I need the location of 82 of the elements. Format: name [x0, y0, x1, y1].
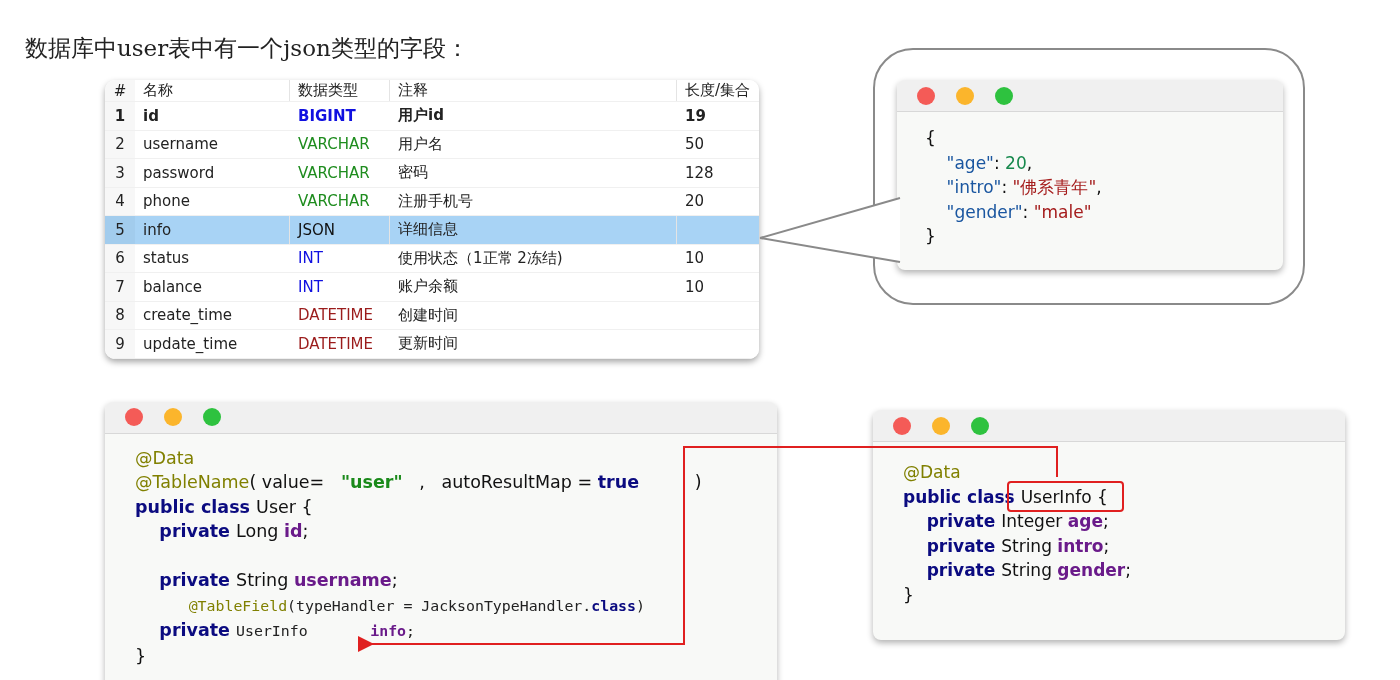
table-cell-text: 50: [684, 134, 706, 156]
table-cell-text: status: [142, 248, 191, 270]
code-line: private String intro;: [925, 534, 1110, 558]
table-cell: info: [135, 216, 290, 244]
table-cell-text: 账户余额: [397, 276, 459, 298]
table-cell: 7: [105, 273, 135, 301]
table-cell-text: password: [142, 162, 216, 184]
maximize-icon[interactable]: [971, 416, 989, 435]
column-header[interactable]: 注释: [390, 80, 677, 101]
table-cell-text: 用户名: [397, 133, 444, 155]
table-row[interactable]: 9 update_time DATETIME 更新时间: [105, 330, 759, 359]
table-cell-text: 密码: [397, 162, 429, 184]
table-row[interactable]: 3 password VARCHAR 密码 128: [105, 159, 759, 188]
table-cell-text: 20: [684, 191, 706, 213]
code-line: @TableName( value= "user" , autoResultMap = true ): [135, 471, 702, 494]
table-cell: 5: [105, 216, 135, 244]
maximize-icon[interactable]: [995, 86, 1013, 105]
table-row[interactable]: 2 username VARCHAR 用户名 50: [105, 130, 759, 159]
table-cell-text: 128: [684, 162, 715, 184]
code-line: {: [925, 127, 936, 150]
column-header[interactable]: 名称: [135, 80, 290, 101]
table-cell: 4: [105, 187, 135, 215]
table-cell-text: DATETIME: [297, 305, 375, 327]
table-cell-text: phone: [142, 191, 191, 213]
table-cell-text: DATETIME: [297, 333, 375, 355]
table-row[interactable]: 1 id BIGINT 用户id 19: [105, 102, 759, 131]
table-row[interactable]: 7 balance INT 账户余额 10: [105, 273, 759, 302]
table-cell: 8: [105, 301, 135, 329]
table-cell: JSON: [290, 216, 390, 244]
table-cell-text: 10: [684, 248, 706, 270]
code-line: "age": 20,: [945, 151, 1033, 175]
code-line: private UserInfo info;: [158, 619, 416, 642]
code-line: }: [903, 583, 914, 607]
table-cell-text: create_time: [142, 305, 233, 327]
code-line: }: [135, 644, 147, 668]
table-cell-text: 用户id: [397, 105, 445, 127]
table-cell: 3: [105, 159, 135, 187]
table-cell-text: 19: [684, 105, 707, 127]
code-line: "intro": "佛系青年",: [945, 176, 1102, 199]
table-cell-text: VARCHAR: [297, 162, 371, 184]
table-cell: 9: [105, 330, 135, 358]
code-line: @Data: [903, 461, 961, 484]
minimize-icon[interactable]: [932, 416, 950, 435]
table-cell: 6: [105, 244, 135, 272]
table-cell-text: balance: [142, 276, 204, 298]
code-line: private String gender;: [925, 559, 1131, 582]
slide-title: 数据库中user表中有一个json类型的字段：: [25, 34, 470, 63]
table-cell-text: INT: [297, 248, 324, 270]
code-line: @TableField(typeHandler = JacksonTypeHandler.class): [187, 595, 645, 617]
table-cell-text: 使用状态（1正常 2冻结): [397, 247, 564, 269]
code-line: private String username;: [158, 569, 398, 592]
close-icon[interactable]: [125, 408, 143, 426]
table-cell-text: 10: [684, 276, 706, 298]
column-header[interactable]: 长度/集合: [677, 80, 759, 101]
maximize-icon[interactable]: [203, 408, 221, 426]
code-line: public class User {: [135, 495, 313, 519]
minimize-icon[interactable]: [956, 86, 974, 105]
code-line: private Long id;: [158, 520, 309, 543]
table-cell-text: 注册手机号: [397, 190, 474, 212]
column-header[interactable]: 数据类型: [290, 80, 390, 101]
table-cell: 2: [105, 130, 135, 158]
code-line: @Data: [135, 446, 195, 470]
table-row[interactable]: 5 info JSON 详细信息: [105, 216, 759, 245]
table-cell: 详细信息: [390, 216, 677, 244]
table-cell-text: 创建时间: [397, 304, 459, 326]
code-line: "gender": "male": [945, 200, 1092, 224]
close-icon[interactable]: [917, 86, 935, 105]
table-cell-text: id: [142, 105, 160, 127]
code-line: private Integer age;: [925, 510, 1109, 533]
table-cell-text: 更新时间: [397, 333, 459, 355]
close-icon[interactable]: [893, 416, 911, 435]
minimize-icon[interactable]: [164, 408, 182, 426]
table-cell-text: INT: [297, 276, 324, 298]
table-row[interactable]: 8 create_time DATETIME 创建时间: [105, 301, 759, 330]
column-header[interactable]: #: [105, 80, 135, 101]
table-cell-text: username: [142, 134, 219, 156]
table-cell-text: update_time: [142, 333, 239, 355]
code-line: }: [925, 225, 936, 248]
table-cell: 1: [105, 102, 135, 130]
table-cell-text: BIGINT: [297, 105, 357, 127]
table-cell-text: VARCHAR: [297, 134, 371, 156]
table-cell-text: VARCHAR: [297, 191, 371, 213]
